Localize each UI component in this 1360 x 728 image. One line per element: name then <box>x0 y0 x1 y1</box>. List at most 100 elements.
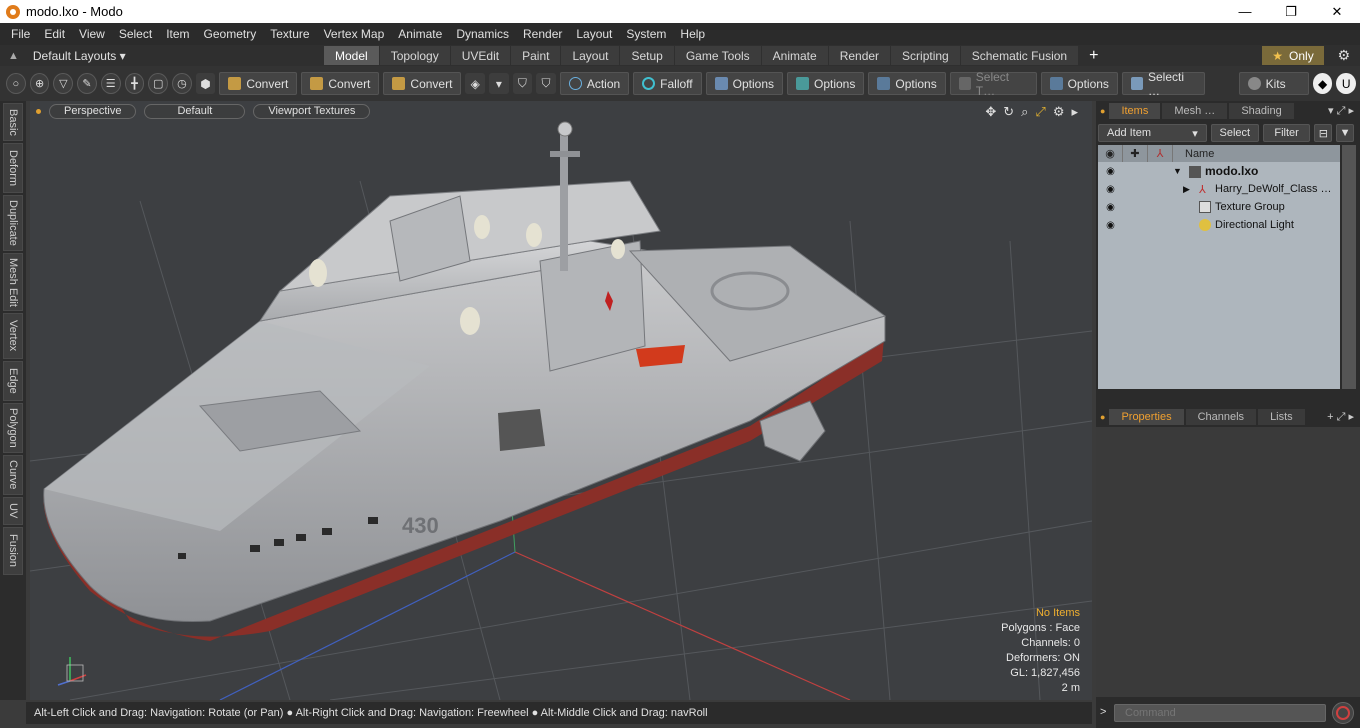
convert-button-2[interactable]: Convert <box>301 72 380 95</box>
record-macro-icon[interactable] <box>1332 702 1354 724</box>
perspective-dropdown[interactable]: Perspective <box>49 103 137 119</box>
maximize-button[interactable]: ❐ <box>1268 0 1314 23</box>
menu-system[interactable]: System <box>619 23 673 45</box>
command-arrow-icon[interactable]: > <box>1100 706 1106 718</box>
vtab-edge[interactable]: Edge <box>3 361 23 401</box>
menu-vertex-map[interactable]: Vertex Map <box>317 23 392 45</box>
vtab-uv[interactable]: UV <box>3 497 23 525</box>
item-select-icon[interactable]: ◷ <box>172 73 192 94</box>
viewport-gear-icon[interactable]: ⚙ <box>1053 104 1065 120</box>
kits-button[interactable]: Kits <box>1238 72 1309 95</box>
list-item[interactable]: ◉ Directional Light <box>1098 216 1340 234</box>
options-button-3[interactable]: Options <box>868 72 946 95</box>
tab-channels[interactable]: Channels <box>1185 409 1257 425</box>
options-button-4[interactable]: Options <box>1040 72 1118 95</box>
menu-layout[interactable]: Layout <box>569 23 619 45</box>
select-through-button[interactable]: Select T… <box>949 70 1037 98</box>
eye-icon[interactable]: ◉ <box>1098 166 1123 177</box>
tab-uvedit[interactable]: UVEdit <box>450 46 511 65</box>
gear-icon[interactable]: ⚙ <box>1337 47 1350 64</box>
options-button-1[interactable]: Options <box>705 72 783 95</box>
tab-topology[interactable]: Topology <box>379 46 450 65</box>
add-item-dropdown[interactable]: Add Item ▾ <box>1098 124 1207 142</box>
eye-icon[interactable]: ◉ <box>1098 202 1123 213</box>
vtab-basic[interactable]: Basic <box>3 103 23 141</box>
funnel-filter-icon[interactable]: ▼ <box>1336 124 1355 142</box>
menu-geometry[interactable]: Geometry <box>197 23 264 45</box>
3d-viewport[interactable]: 430 Perspective Default Viewport Texture… <box>30 101 1092 700</box>
convert-button-1[interactable]: Convert <box>219 72 298 95</box>
vtab-polygon[interactable]: Polygon <box>3 403 23 453</box>
menu-edit[interactable]: Edit <box>37 23 72 45</box>
list-item[interactable]: ◉ ▶ ⅄ Harry_DeWolf_Class … <box>1098 180 1340 198</box>
selection-button[interactable]: Selecti … <box>1121 70 1205 98</box>
menu-item[interactable]: Item <box>159 23 196 45</box>
grid-icon[interactable]: ╋ <box>124 73 145 94</box>
add-tab-plus-icon[interactable]: + <box>1089 47 1098 65</box>
only-toggle-button[interactable]: ★ Only <box>1262 46 1324 65</box>
menu-select[interactable]: Select <box>112 23 159 45</box>
eye-icon[interactable]: ◉ <box>1098 220 1123 231</box>
command-input[interactable] <box>1114 704 1326 722</box>
menu-texture[interactable]: Texture <box>263 23 316 45</box>
tab-model[interactable]: Model <box>324 46 379 65</box>
select-button[interactable]: Select <box>1210 124 1259 142</box>
expand-arrow-icon[interactable]: ▼ <box>1173 166 1189 176</box>
tab-animate[interactable]: Animate <box>761 46 828 65</box>
material-shield-icon[interactable]: ⬢ <box>195 73 216 94</box>
vtab-fusion[interactable]: Fusion <box>3 527 23 575</box>
vertex-select-icon[interactable]: ○ <box>6 73 26 94</box>
menu-view[interactable]: View <box>72 23 112 45</box>
menu-help[interactable]: Help <box>673 23 712 45</box>
list-item[interactable]: ◉ ▼ modo.lxo <box>1098 162 1340 180</box>
globe-icon[interactable]: ⊕ <box>29 73 50 94</box>
panel-add-expand-icons[interactable]: + ⤢ ▸ <box>1327 410 1354 424</box>
tab-setup[interactable]: Setup <box>620 46 674 65</box>
viewport-menu-arrow-icon[interactable]: ▸ <box>1071 104 1078 120</box>
close-button[interactable]: ✕ <box>1314 0 1360 23</box>
options-button-2[interactable]: Options <box>787 72 865 95</box>
tab-items[interactable]: Items <box>1109 103 1161 119</box>
default-layouts-dropdown[interactable]: Default Layouts ▾ <box>33 49 126 63</box>
expand-arrow-icon[interactable]: ▶ <box>1173 184 1199 195</box>
unity-icon[interactable]: ◆ <box>1312 73 1333 94</box>
snap-shield-icon[interactable]: ⛉ <box>536 73 556 94</box>
symmetry-shield-icon[interactable]: ⛉ <box>512 73 533 94</box>
tab-layout[interactable]: Layout <box>561 46 620 65</box>
convert-button-3[interactable]: Convert <box>383 72 462 95</box>
cube-icon[interactable]: ◈ <box>465 73 486 94</box>
pan-move-icon[interactable]: ✥ <box>985 104 996 120</box>
menu-animate[interactable]: Animate <box>391 23 449 45</box>
vtab-curve[interactable]: Curve <box>3 455 23 495</box>
pen-icon[interactable]: ▽ <box>53 73 74 94</box>
dropdown-chevron-icon[interactable]: ▾ <box>489 73 509 94</box>
vtab-deform[interactable]: Deform <box>3 143 23 193</box>
collapse-icon[interactable]: ⊟ <box>1314 124 1333 142</box>
falloff-button[interactable]: Falloff <box>633 72 702 95</box>
tab-lists[interactable]: Lists <box>1258 409 1305 425</box>
item-list-scrollbar[interactable] <box>1342 145 1356 389</box>
tab-paint[interactable]: Paint <box>511 46 561 65</box>
zoom-search-icon[interactable]: ⌕ <box>1021 104 1028 120</box>
tab-game-tools[interactable]: Game Tools <box>674 46 761 65</box>
tab-mesh[interactable]: Mesh … <box>1162 103 1228 119</box>
vtab-duplicate[interactable]: Duplicate <box>3 195 23 251</box>
vtab-mesh-edit[interactable]: Mesh Edit <box>3 253 23 311</box>
collapse-up-icon[interactable]: ▲ <box>8 50 19 62</box>
unreal-icon[interactable]: U <box>1336 73 1357 94</box>
action-center-button[interactable]: Action <box>559 72 630 95</box>
filter-button[interactable]: Filter <box>1262 124 1311 142</box>
edge-select-icon[interactable]: ☰ <box>100 73 121 94</box>
tab-schematic-fusion[interactable]: Schematic Fusion <box>960 46 1079 65</box>
vtab-vertex[interactable]: Vertex <box>3 313 23 359</box>
minimize-button[interactable]: — <box>1222 0 1268 23</box>
shading-default-dropdown[interactable]: Default <box>144 103 246 119</box>
tab-shading[interactable]: Shading <box>1229 103 1294 119</box>
menu-render[interactable]: Render <box>516 23 569 45</box>
tab-render[interactable]: Render <box>828 46 891 65</box>
panel-expand-icons[interactable]: ▾ ⤢ ▸ <box>1328 104 1354 118</box>
polygon-select-icon[interactable]: ▢ <box>148 73 169 94</box>
menu-file[interactable]: File <box>4 23 37 45</box>
eye-icon[interactable]: ◉ <box>1098 184 1123 195</box>
brush-icon[interactable]: ✎ <box>77 73 97 94</box>
